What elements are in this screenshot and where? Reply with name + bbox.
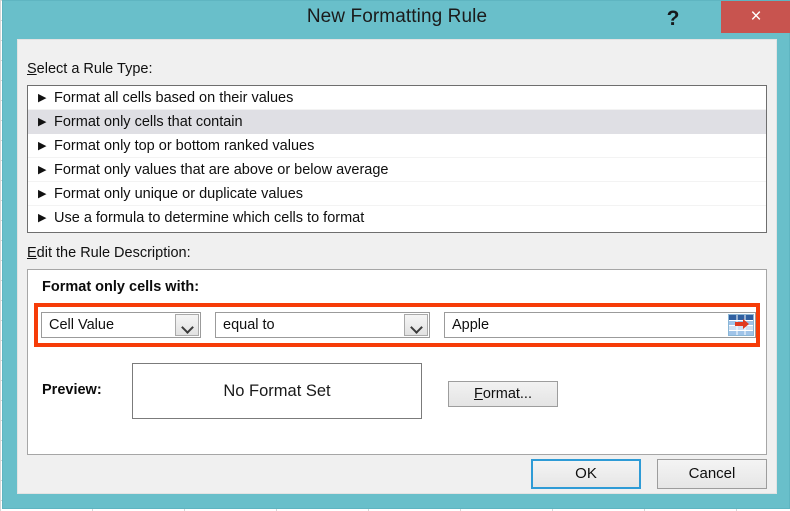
rule-subtype-dropdown[interactable]: Cell Value xyxy=(41,312,201,338)
operator-dropdown[interactable]: equal to xyxy=(215,312,430,338)
ok-button[interactable]: OK xyxy=(531,459,641,489)
operator-value: equal to xyxy=(223,317,275,333)
value-input[interactable]: Apple xyxy=(444,312,756,338)
new-formatting-rule-dialog: New Formatting Rule ? × Select a Rule Ty… xyxy=(2,0,790,509)
chevron-down-icon[interactable] xyxy=(404,314,428,336)
chevron-down-icon[interactable] xyxy=(175,314,199,336)
rule-type-item-4[interactable]: ▶ Format only unique or duplicate values xyxy=(28,182,766,206)
cancel-button[interactable]: Cancel xyxy=(657,459,767,489)
preview-label: Preview: xyxy=(42,382,102,398)
dialog-body: Select a Rule Type: ▶ Format all cells ba… xyxy=(17,39,777,494)
edit-desc-label-rest: dit the Rule Description: xyxy=(36,245,191,261)
range-picker-glyph xyxy=(729,315,753,335)
triangle-right-icon: ▶ xyxy=(38,188,47,200)
help-icon[interactable]: ? xyxy=(658,4,688,34)
triangle-right-icon: ▶ xyxy=(38,92,47,104)
rule-type-item-label: Format only unique or duplicate values xyxy=(54,186,304,202)
triangle-right-icon: ▶ xyxy=(38,116,47,128)
rule-type-listbox[interactable]: ▶ Format all cells based on their values … xyxy=(27,85,767,233)
close-icon[interactable]: × xyxy=(721,1,790,33)
triangle-right-icon: ▶ xyxy=(38,164,47,176)
rule-type-label-accel: S xyxy=(27,61,37,77)
rule-type-item-0[interactable]: ▶ Format all cells based on their values xyxy=(28,86,766,110)
rule-type-item-label: Format only top or bottom ranked values xyxy=(54,138,315,154)
rule-type-item-label: Format only cells that contain xyxy=(54,114,243,130)
rule-subtype-value: Cell Value xyxy=(49,317,115,333)
dialog-title-bar: New Formatting Rule ? × xyxy=(3,1,790,39)
rule-type-item-5[interactable]: ▶ Use a formula to determine which cells … xyxy=(28,206,766,230)
preview-box: No Format Set xyxy=(132,363,422,419)
edit-rule-description-group: Format only cells with: Cell Value equal… xyxy=(27,269,767,455)
format-button-rest: ormat... xyxy=(482,386,532,402)
rule-type-item-3[interactable]: ▶ Format only values that are above or be… xyxy=(28,158,766,182)
rule-type-item-label: Format only values that are above or bel… xyxy=(54,162,389,178)
rule-type-label-rest: elect a Rule Type: xyxy=(36,61,153,77)
rule-type-item-label: Format all cells based on their values xyxy=(54,90,294,106)
range-picker-icon[interactable] xyxy=(728,314,754,336)
triangle-right-icon: ▶ xyxy=(38,140,47,152)
edit-rule-description-label: Edit the Rule Description: xyxy=(27,245,191,261)
format-only-cells-with-heading: Format only cells with: xyxy=(42,279,200,295)
edit-desc-label-accel: E xyxy=(27,245,37,261)
value-input-text: Apple xyxy=(452,317,490,333)
format-button[interactable]: Format... xyxy=(448,381,558,407)
format-button-accel: F xyxy=(473,386,483,402)
rule-type-item-label: Use a formula to determine which cells t… xyxy=(54,210,365,226)
rule-type-item-1[interactable]: ▶ Format only cells that contain xyxy=(28,110,766,134)
rule-type-item-2[interactable]: ▶ Format only top or bottom ranked values xyxy=(28,134,766,158)
rule-type-label: Select a Rule Type: xyxy=(27,61,152,77)
triangle-right-icon: ▶ xyxy=(38,212,47,224)
